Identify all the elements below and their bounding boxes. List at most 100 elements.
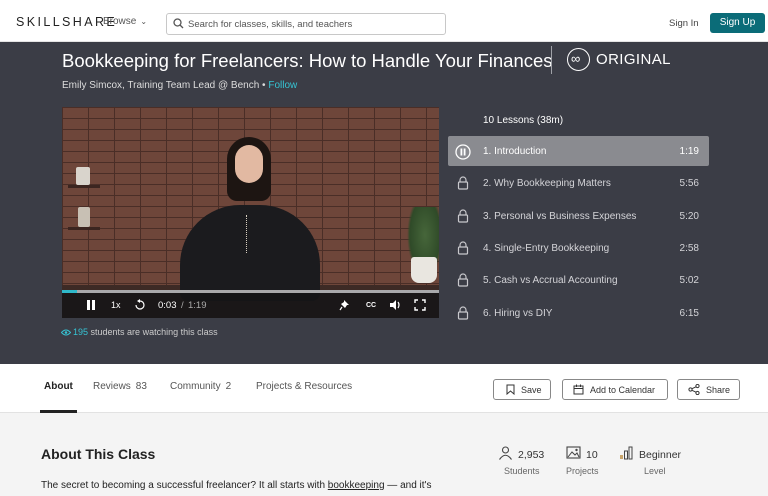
projects-stat: 10 Projects [566,446,599,476]
search-box[interactable] [166,13,446,35]
lesson-duration: 2:58 [679,242,699,254]
captions-icon[interactable]: CC [366,293,376,318]
instructor-face [235,145,263,183]
lessons-heading: 10 Lessons (38m) [483,115,564,126]
lesson-duration: 5:20 [679,210,699,222]
person-icon [499,446,512,460]
lesson-item[interactable]: 2. Why Bookkeeping Matters 5:56 [448,168,709,198]
video-player[interactable] [62,107,439,318]
teacher-name[interactable]: Emily Simcox, Training Team Lead @ Bench [62,80,259,91]
tab-reviews[interactable]: Reviews 83 [93,381,147,392]
video-decor-vase [78,207,90,227]
lesson-item[interactable]: 1. Introduction 1:19 [448,136,709,166]
tab-reviews-label: Reviews [93,381,131,392]
level-value: Beginner [639,449,682,461]
instructor-necklace [246,215,252,253]
projects-label: Projects [566,466,599,476]
add-to-calendar-label: Add to Calendar [590,385,656,395]
lesson-item[interactable]: 5. Cash vs Accrual Accounting 5:02 [448,265,709,295]
bookmark-icon [506,384,515,395]
projects-count: 10 [586,449,598,461]
current-time: 0:03 [158,300,177,311]
search-icon [173,18,184,29]
about-description: The secret to becoming a successful free… [41,480,431,491]
rewind-button[interactable] [134,293,146,318]
tab-about-label: About [44,381,73,392]
tab-projects-label: Projects & Resources [256,381,353,392]
video-decor-shelf [68,185,100,188]
level-stat: Beginner Level [619,446,681,476]
add-to-calendar-button[interactable]: Add to Calendar [562,379,668,400]
students-count: 2,953 [518,449,545,461]
volume-button[interactable] [389,293,402,318]
lesson-duration: 6:15 [679,307,699,319]
search-input[interactable] [188,17,438,32]
lock-icon [457,209,469,228]
lesson-title: 2. Why Bookkeeping Matters [483,178,611,190]
browse-menu[interactable]: Browse ⌄ [103,16,147,27]
sign-up-button[interactable]: Sign Up [710,13,765,33]
lock-icon [457,241,469,260]
rewind-icon [135,299,145,310]
pause-button[interactable] [86,293,96,318]
pause-icon [87,300,95,310]
lock-icon [457,305,469,325]
lesson-item[interactable]: 4. Single-Entry Bookkeeping 2:58 [448,233,709,263]
original-logo-icon: ∞ [567,48,590,71]
level-label: Level [644,466,666,476]
lesson-title: 5. Cash vs Accrual Accounting [483,275,618,287]
pin-button[interactable] [339,293,350,318]
tab-projects-resources[interactable]: Projects & Resources [256,381,352,392]
lesson-item[interactable]: 6. Hiring vs DIY 6:15 [448,298,709,328]
video-duration: 1:19 [188,300,207,311]
volume-icon [390,300,400,310]
tab-reviews-count: 83 [135,381,147,392]
fullscreen-button[interactable] [414,293,426,318]
calendar-icon [573,384,584,395]
browse-label: Browse [103,16,137,27]
lesson-duration: 5:02 [679,275,699,287]
about-text-start: The secret to becoming a successful free… [41,480,328,491]
course-tab-bar: About Reviews 83 Community 2 Projects & Re… [0,364,768,413]
lesson-duration: 5:56 [679,178,699,190]
watching-now: 195 students are watching this class [61,327,218,337]
pin-icon [339,300,349,311]
lesson-title: 4. Single-Entry Bookkeeping [483,242,610,254]
share-button-label: Share [706,385,731,395]
tab-about[interactable]: About [44,381,73,392]
time-separator: / [181,300,184,311]
bookkeeping-link[interactable]: bookkeeping [328,480,385,491]
byline-separator: • [259,80,269,91]
teacher-byline: Emily Simcox, Training Team Lead @ Bench… [62,80,297,91]
lesson-title: 6. Hiring vs DIY [483,307,553,319]
lock-icon [457,273,469,292]
watching-count: 195 [73,327,89,337]
save-button-label: Save [521,385,542,395]
video-decor-vase [76,167,90,185]
lesson-title: 1. Introduction [483,146,547,157]
follow-link[interactable]: Follow [268,80,297,91]
chevron-down-icon: ⌄ [140,17,148,26]
share-icon [688,384,700,395]
course-hero: Bookkeeping for Freelancers: How to Hand… [0,42,768,364]
lock-icon [457,176,469,195]
about-title: About This Class [41,446,156,462]
course-title: Bookkeeping for Freelancers: How to Hand… [62,50,553,71]
sign-in-link[interactable]: Sign In [669,18,699,29]
image-icon [566,446,581,459]
playback-speed-button[interactable]: 1x [111,293,121,318]
tab-community[interactable]: Community 2 [170,381,231,392]
video-controls: 1x 0:03 / 1:19 CC [62,293,439,318]
share-button[interactable]: Share [677,379,740,400]
video-decor-shelf [68,227,100,230]
title-divider [551,46,552,74]
lesson-item[interactable]: 3. Personal vs Business Expenses 5:20 [448,201,709,231]
skillshare-logo[interactable]: SKILLSHARE [16,15,117,29]
save-button[interactable]: Save [493,379,551,400]
about-text-end: — and it's [384,480,432,491]
lesson-title: 3. Personal vs Business Expenses [483,210,637,222]
students-stat: 2,953 Students [498,446,544,476]
students-label: Students [504,466,540,476]
lesson-duration: 1:19 [679,146,699,157]
watching-text: students are watching this class [88,327,218,337]
